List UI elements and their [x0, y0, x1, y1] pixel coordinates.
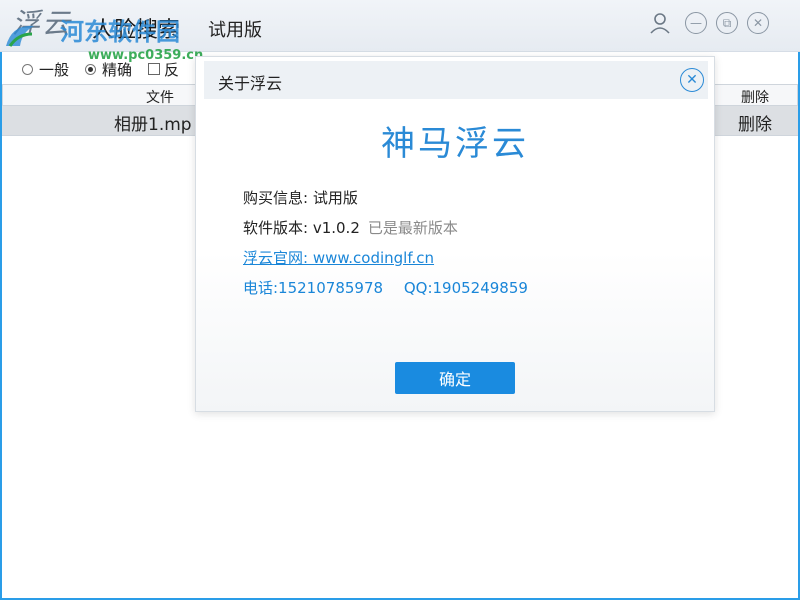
option-reverse[interactable]: 反 — [148, 59, 179, 80]
restore-icon: ⧉ — [722, 16, 732, 30]
minimize-icon: — — [690, 16, 702, 30]
radio-precise[interactable] — [85, 63, 97, 75]
version-label: 软件版本: — [243, 219, 313, 237]
dialog-header: 关于浮云 ✕ — [204, 61, 708, 99]
app-edition: 试用版 — [208, 20, 262, 41]
option-precise-label: 精确 — [102, 60, 133, 79]
title-bar: 浮云 人脸搜索 河东软件园 试用版 — ⧉ ✕ — [0, 0, 800, 52]
checkbox-reverse[interactable] — [148, 63, 161, 75]
qq-number: QQ:1905249859 — [403, 279, 528, 297]
column-header-delete[interactable]: 删除 — [741, 87, 769, 107]
website-link-row: 浮云官网: www.codinglf.cn — [243, 247, 434, 268]
purchase-label: 购买信息: — [243, 189, 313, 207]
column-header-file[interactable]: 文件 — [146, 87, 174, 107]
option-precise[interactable]: 精确 — [85, 59, 132, 80]
close-button[interactable]: ✕ — [747, 12, 769, 34]
ok-button[interactable]: 确定 — [395, 362, 515, 394]
version-status: 已是最新版本 — [367, 219, 458, 237]
row-file-name: 相册1.mp — [114, 115, 192, 135]
minimize-button[interactable]: — — [685, 12, 707, 34]
brand-logo: 神马浮云 — [369, 110, 541, 170]
website-link[interactable]: 浮云官网: www.codinglf.cn — [243, 249, 434, 267]
dialog-title: 关于浮云 — [218, 74, 283, 93]
purchase-info: 购买信息: 试用版 — [243, 187, 358, 208]
close-icon: ✕ — [686, 72, 698, 88]
watermark-text: 河东软件园 — [60, 17, 180, 46]
purchase-value: 试用版 — [312, 189, 358, 207]
user-icon[interactable] — [648, 11, 672, 35]
option-general-label: 一般 — [39, 60, 70, 79]
phone-number: 电话:15210785978 — [243, 279, 384, 297]
radio-general[interactable] — [22, 63, 33, 75]
close-icon: ✕ — [752, 16, 764, 30]
option-general[interactable]: 一般 — [22, 59, 69, 80]
watermark-logo-icon — [6, 25, 34, 47]
dialog-close-button[interactable]: ✕ — [680, 68, 704, 92]
option-reverse-label: 反 — [164, 60, 180, 79]
about-dialog: 关于浮云 ✕ 神马浮云 购买信息: 试用版 软件版本: v1.0.2 已是最新版本… — [195, 56, 715, 412]
row-delete-button[interactable]: 删除 — [738, 110, 772, 135]
contact-info: 电话:15210785978 QQ:1905249859 — [243, 277, 528, 298]
restore-button[interactable]: ⧉ — [716, 12, 738, 34]
version-value: v1.0.2 — [312, 219, 360, 237]
version-info: 软件版本: v1.0.2 已是最新版本 — [243, 217, 458, 238]
